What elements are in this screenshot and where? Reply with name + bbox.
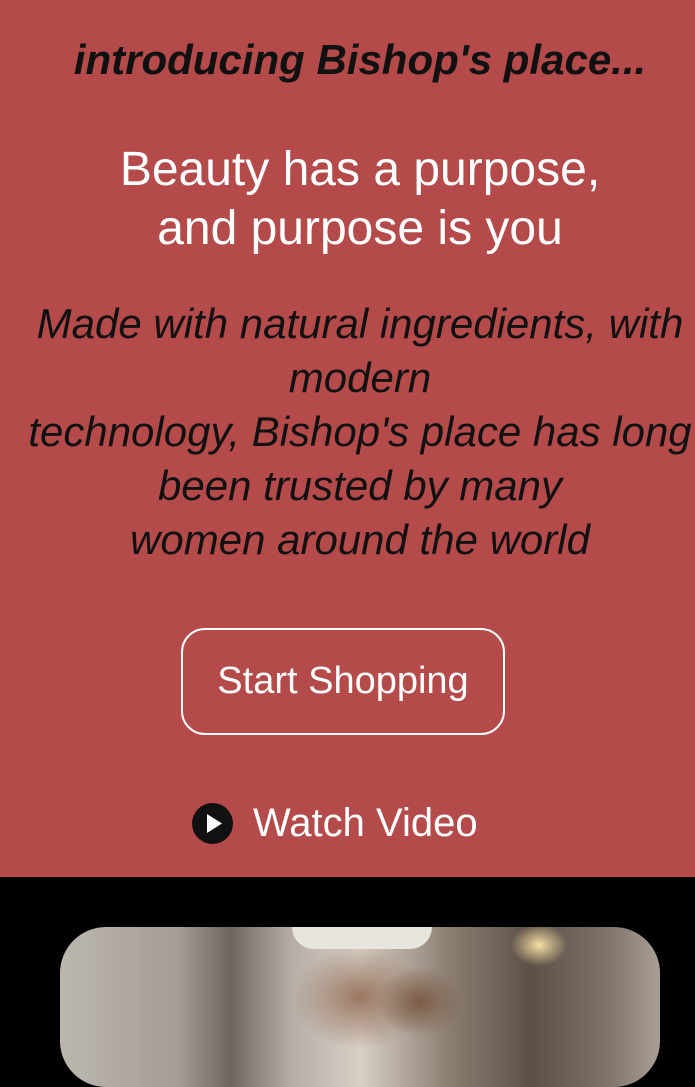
intro-tagline: introducing Bishop's place... — [73, 36, 647, 83]
watch-video-label: Watch Video — [253, 800, 478, 845]
video-thumbnail[interactable] — [60, 927, 660, 1087]
watch-video-link[interactable]: Watch Video — [192, 796, 478, 850]
description-line: technology, Bishop's place has long — [28, 408, 692, 455]
description-line: been trusted by many — [158, 462, 562, 509]
hero-section: introducing Bishop's place... Beauty has… — [0, 0, 695, 877]
hero-headline: Beauty has a purpose, and purpose is you — [0, 140, 695, 258]
headline-line: and purpose is you — [157, 202, 563, 255]
description-line: modern — [288, 354, 432, 401]
headband-detail — [292, 927, 432, 949]
play-circle-icon — [192, 802, 233, 844]
start-shopping-button[interactable]: Start Shopping — [181, 628, 505, 735]
description-line: Made with natural ingredients, with — [36, 300, 684, 347]
headline-line: Beauty has a purpose, — [119, 143, 601, 196]
description-line: women around the world — [130, 516, 590, 563]
hero-description: Made with natural ingredients, with mode… — [0, 297, 695, 567]
